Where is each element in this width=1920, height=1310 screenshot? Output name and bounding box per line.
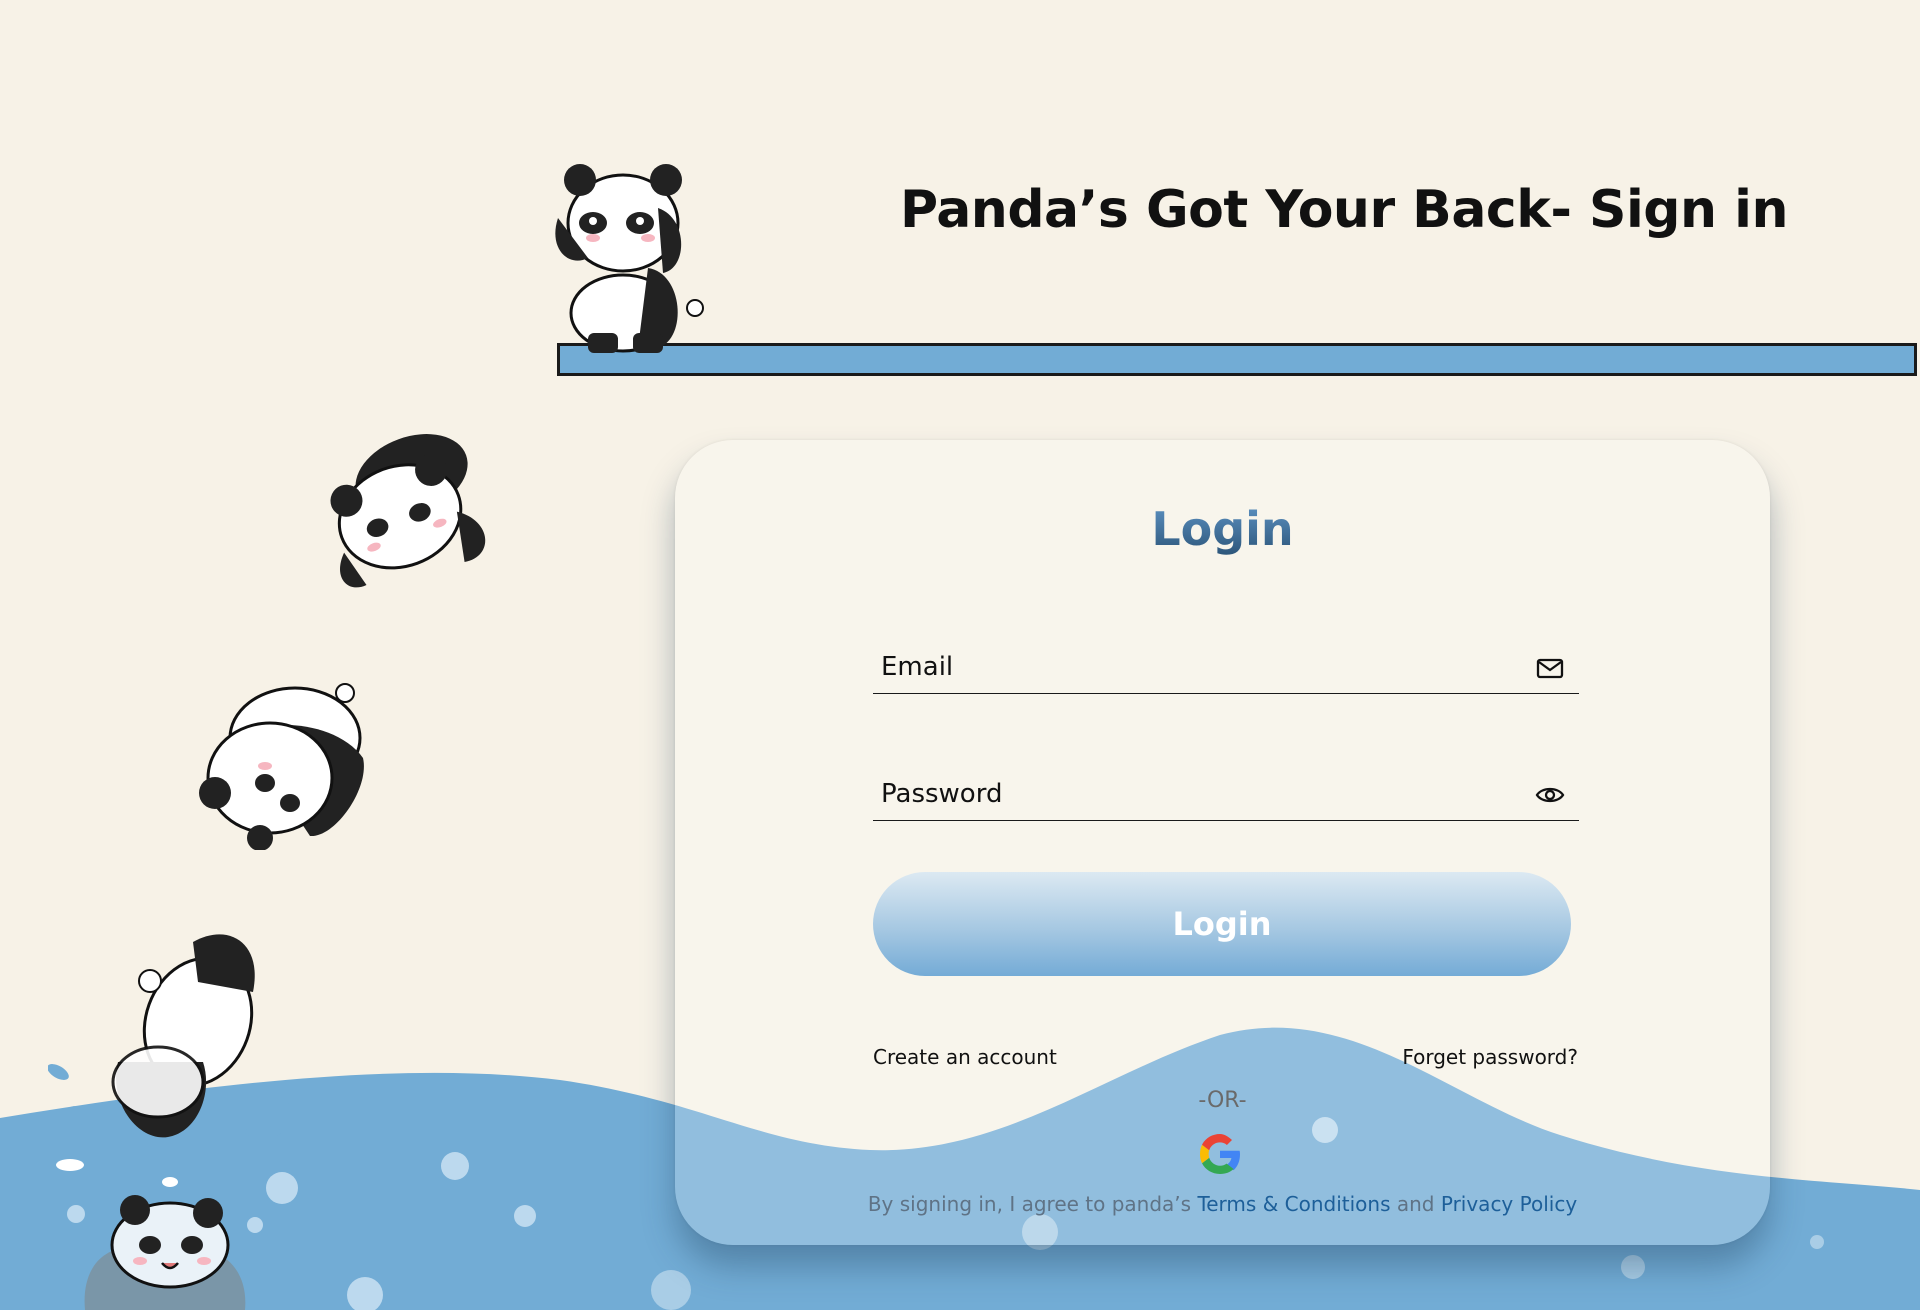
privacy-policy-link[interactable]: Privacy Policy <box>1441 1192 1577 1216</box>
login-button[interactable]: Login <box>873 872 1571 976</box>
password-input[interactable] <box>873 770 1521 818</box>
panda-diving-illustration <box>48 934 301 1138</box>
password-field <box>873 770 1579 821</box>
terms-notice: By signing in, I agree to panda’s Terms … <box>675 1192 1770 1216</box>
terms-prefix: By signing in, I agree to panda’s <box>867 1192 1198 1216</box>
panda-flipping-illustration <box>330 434 486 588</box>
eye-icon[interactable] <box>1535 780 1565 810</box>
or-separator: -OR- <box>1198 1088 1247 1113</box>
panda-standing-illustration <box>555 164 704 353</box>
email-field <box>873 643 1579 694</box>
mail-icon <box>1536 658 1564 679</box>
create-account-link[interactable]: Create an account <box>873 1045 1057 1069</box>
forgot-password-link[interactable]: Forget password? <box>1402 1045 1578 1069</box>
page: Panda’s Got Your Back- Sign in Login Ema… <box>0 0 1920 1310</box>
page-title: Panda’s Got Your Back- Sign in <box>900 180 1788 240</box>
login-heading: Login <box>675 502 1770 556</box>
panda-rolling-illustration <box>199 683 364 850</box>
google-icon[interactable] <box>1196 1130 1244 1178</box>
panda-swimming-illustration <box>84 1195 246 1310</box>
login-card: Login Login Create an account Forget pas… <box>675 440 1770 1245</box>
terms-link[interactable]: Terms & Conditions <box>1197 1192 1390 1216</box>
diving-plank <box>557 343 1917 376</box>
terms-middle: and <box>1390 1192 1441 1216</box>
email-input[interactable] <box>873 643 1521 691</box>
